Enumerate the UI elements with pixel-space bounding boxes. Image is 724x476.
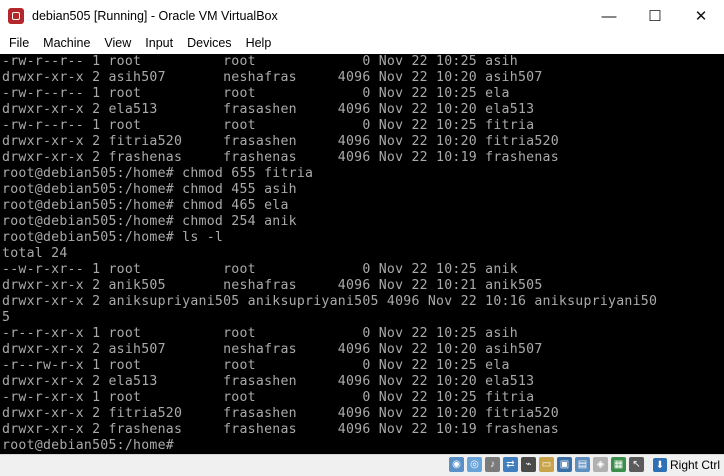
audio-icon[interactable]: ♪ — [485, 457, 500, 472]
recording-icon[interactable]: ◈ — [593, 457, 608, 472]
mouse-integration-icon[interactable]: ↖ — [629, 457, 644, 472]
status-bar: ◉ ◎ ♪ ⇄ ⌁ ▭ ▣ ▤ ◈ ▦ ↖ ⬇ Right Ctrl — [0, 454, 724, 476]
title-bar[interactable]: debian505 [Running] - Oracle VM VirtualB… — [0, 0, 724, 32]
terminal-line: drwxr-xr-x 2 ela513 frasashen 4096 Nov 2… — [2, 374, 535, 389]
terminal-line: root@debian505:/home# chmod 254 anik — [2, 214, 297, 229]
hard-disk-icon[interactable]: ◉ — [449, 457, 464, 472]
menu-devices[interactable]: Devices — [180, 32, 238, 54]
close-button[interactable]: ✕ — [678, 0, 724, 32]
terminal-line: drwxr-xr-x 2 frashenas frashenas 4096 No… — [2, 422, 559, 437]
menu-input[interactable]: Input — [138, 32, 180, 54]
virtualbox-app-icon[interactable] — [8, 8, 24, 24]
terminal-line: drwxr-xr-x 2 aniksupriyani505 aniksupriy… — [2, 294, 658, 309]
maximize-button[interactable]: ☐ — [632, 0, 678, 32]
menu-file[interactable]: File — [0, 32, 36, 54]
terminal-line: 5 — [2, 310, 11, 325]
terminal-line: -rw-r--r-- 1 root root 0 Nov 22 10:25 as… — [2, 54, 518, 69]
menu-help[interactable]: Help — [239, 32, 279, 54]
terminal-line: root@debian505:/home# ls -l — [2, 230, 224, 245]
shared-folders-icon[interactable]: ▭ — [539, 457, 554, 472]
terminal-line: drwxr-xr-x 2 anik505 neshafras 4096 Nov … — [2, 278, 543, 293]
terminal-line: -rw-r-xr-x 1 root root 0 Nov 22 10:25 fi… — [2, 390, 535, 405]
window-title: debian505 [Running] - Oracle VM VirtualB… — [32, 9, 278, 23]
status-icons: ◉ ◎ ♪ ⇄ ⌁ ▭ ▣ ▤ ◈ ▦ ↖ — [446, 457, 644, 472]
menu-view[interactable]: View — [97, 32, 138, 54]
network-icon[interactable]: ⇄ — [503, 457, 518, 472]
host-key-label: Right Ctrl — [669, 458, 720, 472]
terminal-line: drwxr-xr-x 2 ela513 frasashen 4096 Nov 2… — [2, 102, 535, 117]
window-controls: — ☐ ✕ — [586, 0, 724, 32]
terminal-line: -r--r-xr-x 1 root root 0 Nov 22 10:25 as… — [2, 326, 518, 341]
host-key-indicator[interactable]: ⬇ Right Ctrl — [652, 457, 720, 473]
terminal-line: drwxr-xr-x 2 fitria520 frasashen 4096 No… — [2, 134, 559, 149]
terminal-line: drwxr-xr-x 2 asih507 neshafras 4096 Nov … — [2, 70, 543, 85]
minimize-button[interactable]: — — [586, 0, 632, 32]
terminal-prompt: root@debian505:/home# — [2, 438, 174, 453]
menu-bar: File Machine View Input Devices Help — [0, 32, 724, 54]
terminal-line: drwxr-xr-x 2 asih507 neshafras 4096 Nov … — [2, 342, 543, 357]
terminal-line: -rw-r--r-- 1 root root 0 Nov 22 10:25 el… — [2, 86, 510, 101]
vm-console-screen[interactable]: -rw-r--r-- 1 root root 0 Nov 22 10:25 as… — [0, 54, 724, 454]
terminal-line: -r--rw-r-x 1 root root 0 Nov 22 10:25 el… — [2, 358, 510, 373]
host-key-icon: ⬇ — [652, 458, 667, 472]
terminal-line: root@debian505:/home# chmod 455 asih — [2, 182, 297, 197]
video-capture-icon[interactable]: ▤ — [575, 457, 590, 472]
cpu-icon[interactable]: ▦ — [611, 457, 626, 472]
menu-machine[interactable]: Machine — [36, 32, 97, 54]
terminal-line: drwxr-xr-x 2 frashenas frashenas 4096 No… — [2, 150, 559, 165]
terminal-line: drwxr-xr-x 2 fitria520 frasashen 4096 No… — [2, 406, 559, 421]
terminal-line: root@debian505:/home# chmod 655 fitria — [2, 166, 314, 181]
optical-drive-icon[interactable]: ◎ — [467, 457, 482, 472]
terminal-line: total 24 — [2, 246, 68, 261]
terminal-line: --w-r-xr-- 1 root root 0 Nov 22 10:25 an… — [2, 262, 518, 277]
terminal-line: -rw-r--r-- 1 root root 0 Nov 22 10:25 fi… — [2, 118, 535, 133]
usb-icon[interactable]: ⌁ — [521, 457, 536, 472]
display-icon[interactable]: ▣ — [557, 457, 572, 472]
terminal-line: root@debian505:/home# chmod 465 ela — [2, 198, 289, 213]
